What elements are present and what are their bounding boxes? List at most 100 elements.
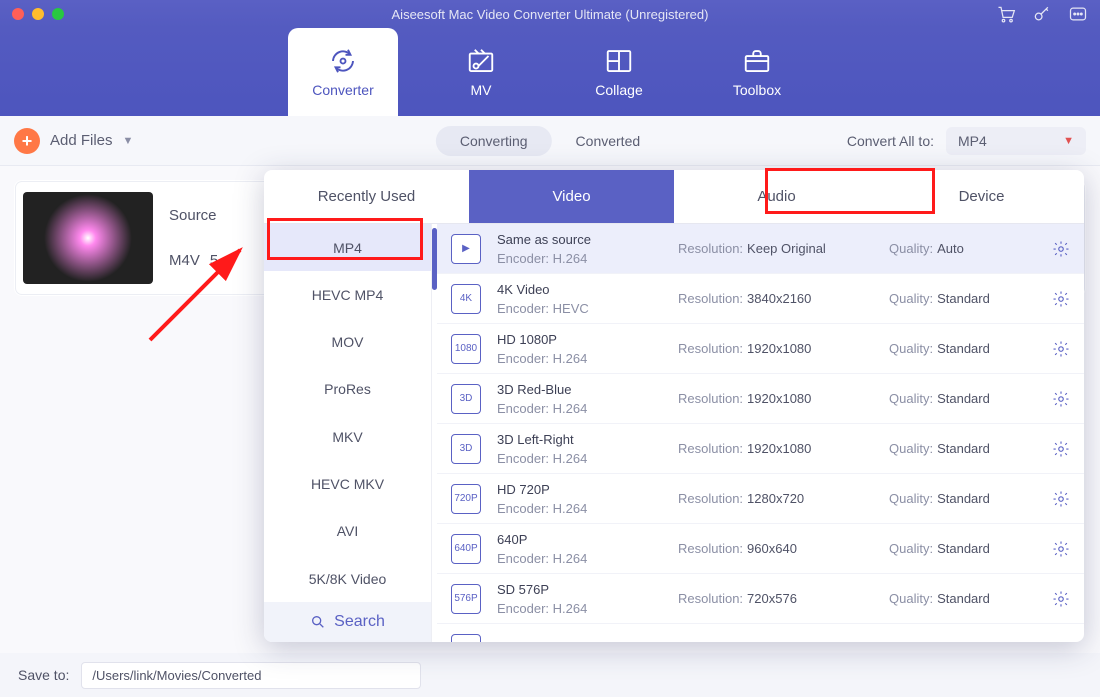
panel-tab-video[interactable]: Video <box>469 170 674 224</box>
nav-mv[interactable]: MV <box>426 28 536 116</box>
subbar: + Add Files ▼ Converting Converted Conve… <box>0 116 1100 166</box>
nav-converter-label: Converter <box>312 82 373 98</box>
preset-quality: Quality: Standard <box>889 291 1029 306</box>
panel-tab-recent[interactable]: Recently Used <box>264 170 469 224</box>
conversion-status-tabs: Converting Converted <box>436 126 664 156</box>
add-files-label: Add Files <box>50 132 113 149</box>
minimize-window-button[interactable] <box>32 8 44 20</box>
preset-title: HD 1080P <box>497 332 662 347</box>
gear-icon[interactable] <box>1052 440 1070 458</box>
sidebar-item-avi[interactable]: AVI <box>264 508 431 555</box>
video-thumbnail[interactable] <box>23 192 153 284</box>
preset-quality: Quality: Standard <box>889 391 1029 406</box>
nav-converter[interactable]: Converter <box>288 28 398 116</box>
preset-encoder: Encoder: H.264 <box>497 551 662 566</box>
nav-collage[interactable]: Collage <box>564 28 674 116</box>
tab-converted[interactable]: Converted <box>552 126 665 156</box>
preset-row[interactable]: 1080HD 1080PEncoder: H.264Resolution: 19… <box>437 324 1084 374</box>
format-panel: Recently Used Video Audio Device MP4 HEV… <box>264 170 1084 642</box>
preset-quality: Quality: Standard <box>889 491 1029 506</box>
panel-tab-device[interactable]: Device <box>879 170 1084 224</box>
window-controls <box>12 8 64 20</box>
key-icon[interactable] <box>1032 4 1052 24</box>
preset-format-icon: 3D <box>451 384 481 414</box>
preset-resolution: Resolution: 1920x1080 <box>678 441 873 456</box>
preset-encoder: Encoder: H.264 <box>497 501 662 516</box>
converter-icon <box>328 46 358 76</box>
chevron-down-icon: ▼ <box>1063 135 1074 147</box>
toolbox-icon <box>742 46 772 76</box>
gear-icon[interactable] <box>1052 490 1070 508</box>
gear-icon[interactable] <box>1052 340 1070 358</box>
close-window-button[interactable] <box>12 8 24 20</box>
preset-encoder: Encoder: H.264 <box>497 251 662 266</box>
convert-all-label: Convert All to: <box>847 133 934 149</box>
preset-row[interactable]: 4K4K VideoEncoder: HEVCResolution: 3840x… <box>437 274 1084 324</box>
gear-icon[interactable] <box>1052 290 1070 308</box>
file-meta: Source M4V 5 <box>169 207 218 269</box>
sidebar-item-prores[interactable]: ProRes <box>264 366 431 413</box>
preset-row[interactable]: 576PSD 576PEncoder: H.264Resolution: 720… <box>437 574 1084 624</box>
gear-icon[interactable] <box>1052 390 1070 408</box>
preset-encoder: Encoder: H.264 <box>497 401 662 416</box>
format-search-button[interactable]: Search <box>264 602 431 642</box>
preset-encoder: Encoder: H.264 <box>497 451 662 466</box>
sidebar-item-hevcmp4[interactable]: HEVC MP4 <box>264 271 431 318</box>
nav-mv-label: MV <box>471 82 492 98</box>
save-path-input[interactable]: /Users/link/Movies/Converted <box>81 662 421 689</box>
preset-resolution: Resolution: 720x576 <box>678 591 873 606</box>
preset-row[interactable]: 3D 3D Left-Right Encoder: H.264 Resolution:… <box>437 424 1084 474</box>
preset-title: 3D Left-Right <box>497 432 662 447</box>
feedback-icon[interactable] <box>1068 4 1088 24</box>
preset-quality: Quality: Standard <box>889 441 1029 456</box>
tab-converting[interactable]: Converting <box>436 126 552 156</box>
format-dropdown[interactable]: MP4 ▼ <box>946 127 1086 155</box>
preset-quality: Quality: Auto <box>889 241 1029 256</box>
preset-title: 640P <box>497 532 662 547</box>
gear-icon[interactable] <box>1052 240 1070 258</box>
preset-title: Same as source <box>497 232 662 247</box>
sidebar-item-mkv[interactable]: MKV <box>264 413 431 460</box>
preset-row[interactable]: 640P 640P Encoder: H.264 Resolution: 960x64… <box>437 524 1084 574</box>
nav-toolbox-label: Toolbox <box>733 82 781 98</box>
add-files-button[interactable]: + Add Files ▼ <box>14 128 133 154</box>
format-dropdown-value: MP4 <box>958 133 987 149</box>
titlebar-actions <box>996 4 1088 24</box>
nav-collage-label: Collage <box>595 82 642 98</box>
preset-format-icon: 3D <box>451 434 481 464</box>
sidebar-item-mp4[interactable]: MP4 <box>264 224 431 271</box>
panel-tabs: Recently Used Video Audio Device <box>264 170 1084 224</box>
sidebar-item-hevcmkv[interactable]: HEVC MKV <box>264 460 431 507</box>
maximize-window-button[interactable] <box>52 8 64 20</box>
panel-tab-audio[interactable]: Audio <box>674 170 879 224</box>
sidebar-item-mov[interactable]: MOV <box>264 319 431 366</box>
preset-title: 4K Video <box>497 282 662 297</box>
preset-row[interactable]: 3D3D Red-BlueEncoder: H.264Resolution: 1… <box>437 374 1084 424</box>
preset-quality: Quality: Standard <box>889 591 1029 606</box>
search-label: Search <box>334 613 385 631</box>
preset-resolution: Resolution: 960x640 <box>678 541 873 556</box>
primary-nav: Converter MV Collage Toolbox <box>0 28 1100 116</box>
preset-format-icon: 480P <box>451 634 481 643</box>
gear-icon[interactable] <box>1052 590 1070 608</box>
mv-icon <box>466 46 496 76</box>
preset-row[interactable]: 720PHD 720PEncoder: H.264Resolution: 128… <box>437 474 1084 524</box>
preset-title: SD 480P <box>497 641 662 642</box>
chevron-down-icon[interactable]: ▼ <box>123 135 134 147</box>
preset-row[interactable]: ▶Same as sourceEncoder: H.264Resolution:… <box>437 224 1084 274</box>
nav-toolbox[interactable]: Toolbox <box>702 28 812 116</box>
preset-row[interactable]: 480P SD 480P <box>437 624 1084 642</box>
cart-icon[interactable] <box>996 4 1016 24</box>
plus-icon: + <box>14 128 40 154</box>
collage-icon <box>604 46 634 76</box>
preset-title: SD 576P <box>497 582 662 597</box>
sidebar-item-5k8k[interactable]: 5K/8K Video <box>264 555 431 602</box>
window-title: Aiseesoft Mac Video Converter Ultimate (… <box>0 7 1100 22</box>
format-sidebar: MP4 HEVC MP4 MOV ProRes MKV HEVC MKV AVI… <box>264 224 432 642</box>
preset-format-icon: 1080 <box>451 334 481 364</box>
gear-icon[interactable] <box>1052 540 1070 558</box>
convert-all-section: Convert All to: MP4 ▼ <box>847 127 1086 155</box>
preset-format-icon: 640P <box>451 534 481 564</box>
preset-resolution: Resolution: 1920x1080 <box>678 391 873 406</box>
preset-format-icon: 576P <box>451 584 481 614</box>
